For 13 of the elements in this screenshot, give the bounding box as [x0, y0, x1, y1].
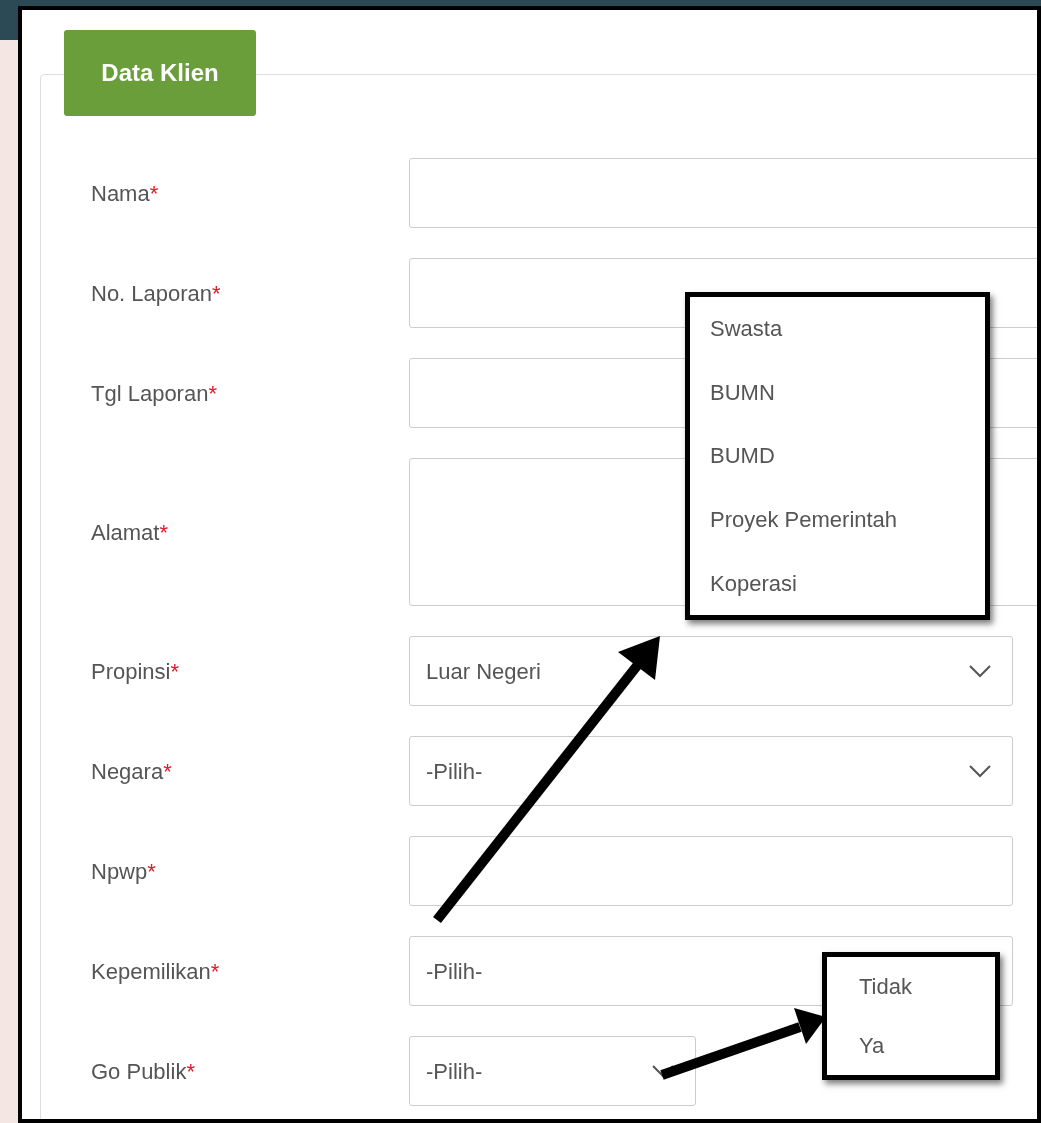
- field-label: Nama*: [91, 179, 160, 208]
- field-label: Tgl Laporan*: [91, 379, 218, 408]
- dropdown-value: -Pilih-: [426, 1057, 483, 1086]
- dropdown-value: -Pilih-: [426, 757, 483, 786]
- field-label: No. Laporan*: [91, 279, 222, 308]
- field-label: Npwp*: [91, 857, 157, 886]
- field-label: Kepemilikan*: [91, 957, 221, 986]
- field-label: Negara*: [91, 757, 173, 786]
- dropdown-value: -Pilih-: [426, 957, 483, 986]
- field-label: Alamat*: [91, 518, 170, 547]
- field-label: Go Publik*: [91, 1057, 196, 1086]
- dropdown-value: Luar Negeri: [426, 657, 541, 686]
- field-label: Propinsi*: [91, 657, 181, 686]
